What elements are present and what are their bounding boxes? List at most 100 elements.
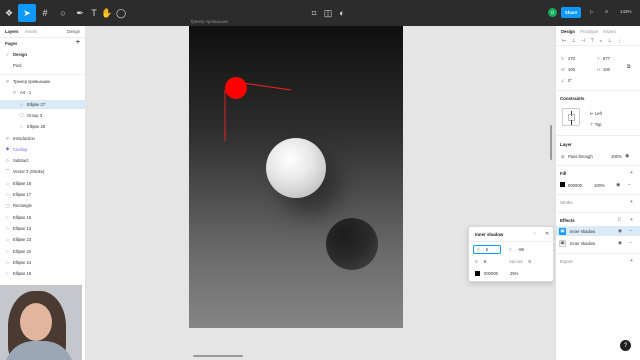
constraint-bottom-bar[interactable] xyxy=(571,120,572,125)
effect-row[interactable]: ▣ Inner shadow ◉ − xyxy=(556,226,640,236)
effect-label[interactable]: Inner shadow xyxy=(570,241,595,246)
layer-item[interactable]: ○ Ellipse 13 xyxy=(0,224,86,233)
zoom-level[interactable]: 143% xyxy=(620,9,632,14)
layer-item[interactable]: ○ Ellipse 23 xyxy=(0,235,86,244)
layer-item[interactable]: ○ Ellipse 22 xyxy=(0,247,86,256)
fill-swatch[interactable] xyxy=(560,182,565,187)
effect-settings-icon[interactable]: ▣ xyxy=(559,227,566,235)
constrain-proportions-icon[interactable]: ⧉ xyxy=(627,64,631,70)
effect-settings-icon[interactable]: ▣ xyxy=(559,239,566,247)
divider xyxy=(555,212,640,213)
remove-fill-icon[interactable]: − xyxy=(628,182,631,188)
dark-sphere[interactable] xyxy=(326,218,378,270)
effects-style-icon[interactable]: ⁞⁞ xyxy=(618,217,621,223)
visibility-icon[interactable]: ◉ xyxy=(625,153,629,159)
add-effect-icon[interactable]: + xyxy=(630,217,633,223)
tab-design[interactable]: Design xyxy=(561,29,575,34)
layer-opacity[interactable]: 100% xyxy=(611,154,622,159)
hand-tool-icon[interactable]: ✋ xyxy=(101,4,112,22)
w-value[interactable]: 100 xyxy=(568,67,575,72)
frame-label[interactable]: Тренер превьюшек xyxy=(190,19,228,24)
effect-visibility-icon[interactable]: ◉ xyxy=(618,240,622,246)
vertical-scrollbar[interactable] xyxy=(550,125,552,160)
constraint-vertical[interactable]: ⊤ Top xyxy=(590,122,602,127)
layer-item[interactable]: ⌒ Vector 3 (Stroke) xyxy=(0,167,86,176)
add-export-icon[interactable]: + xyxy=(630,258,633,264)
layer-item[interactable]: ○ Ellipse 17 xyxy=(0,190,86,199)
layer-item[interactable]: ○ Ellipse 27 xyxy=(0,99,86,109)
a-button[interactable]: A xyxy=(605,9,608,14)
close-icon[interactable]: ✕ xyxy=(545,231,549,237)
add-fill-icon[interactable]: + xyxy=(630,170,633,176)
shape-tool-icon[interactable]: ○ xyxy=(56,4,70,22)
shadow-spread-field[interactable]: Spread 0 xyxy=(509,257,539,266)
white-sphere[interactable] xyxy=(266,138,326,198)
tab-layers[interactable]: Layers xyxy=(5,29,19,34)
main-menu-icon[interactable]: ❖ xyxy=(3,4,15,22)
page-item[interactable]: Pool xyxy=(0,61,86,70)
rotation-value[interactable]: 0° xyxy=(568,78,572,83)
style-icon[interactable]: ◌ xyxy=(533,231,536,237)
fill-hex[interactable]: 000000 xyxy=(568,183,582,188)
move-tool-icon[interactable]: ➤ xyxy=(18,4,36,22)
frame-tool-icon[interactable]: # xyxy=(38,4,52,22)
align-bottom-icon[interactable]: ⊥ xyxy=(607,38,611,44)
fill-opacity[interactable]: 100% xyxy=(594,183,605,188)
red-circle[interactable] xyxy=(225,77,247,99)
constraint-horizontal[interactable]: ⊢ Left xyxy=(590,111,602,116)
help-button[interactable]: ? xyxy=(620,340,631,351)
share-button[interactable]: Share xyxy=(561,7,581,18)
layer-item[interactable]: ○ Ellipse 25 xyxy=(0,122,86,131)
page-dropdown[interactable]: Design xyxy=(67,29,80,34)
frame-canvas[interactable] xyxy=(189,26,403,328)
fill-visibility-icon[interactable]: ◉ xyxy=(616,182,620,188)
tab-prototype[interactable]: Prototype xyxy=(580,29,598,34)
align-right-icon[interactable]: ⊣ xyxy=(581,38,585,44)
layer-item[interactable]: ○ Ellipse 24 xyxy=(0,258,86,267)
distribute-icon[interactable]: ⋮ xyxy=(617,38,622,44)
align-left-icon[interactable]: ⊢ xyxy=(562,38,566,44)
layer-item[interactable]: ○ Ellipse 18 xyxy=(0,179,86,188)
component-icon[interactable]: ⌗ xyxy=(309,4,319,22)
layer-item[interactable]: ◇ Subtract xyxy=(0,156,86,165)
align-center-h-icon[interactable]: ⊥ xyxy=(571,38,575,44)
x-value[interactable]: 270 xyxy=(568,56,575,61)
shadow-y-field[interactable]: Y -88 xyxy=(509,245,537,254)
constraint-widget[interactable] xyxy=(562,108,580,126)
mask-icon[interactable]: ◫ xyxy=(323,4,333,22)
layer-item[interactable]: # Introduction xyxy=(0,134,86,143)
add-stroke-icon[interactable]: + xyxy=(630,199,633,205)
shadow-blur-field[interactable]: B 8 xyxy=(475,257,505,266)
layer-item[interactable]: ○ Ellipse 19 xyxy=(0,269,86,278)
avatar[interactable]: G xyxy=(548,8,557,17)
text-tool-icon[interactable]: T xyxy=(89,4,99,22)
contrast-icon[interactable]: ◐ xyxy=(337,4,347,22)
layer-item[interactable]: ▢ Group 3 xyxy=(0,111,86,120)
align-top-icon[interactable]: ⊤ xyxy=(590,38,594,44)
layer-item[interactable]: # A4 - 1 xyxy=(0,88,86,97)
h-value[interactable]: 100 xyxy=(603,67,610,72)
remove-effect-icon[interactable]: − xyxy=(629,240,632,246)
layer-item[interactable]: # Тренер превьюшек xyxy=(0,77,86,86)
layer-item[interactable]: ○ Ellipse 15 xyxy=(0,213,86,222)
remove-effect-icon[interactable]: − xyxy=(629,228,632,234)
play-icon[interactable]: ▷ xyxy=(590,9,593,15)
effect-visibility-icon[interactable]: ◉ xyxy=(618,228,622,234)
add-page-icon[interactable]: + xyxy=(76,39,80,46)
page-item[interactable]: ✓ Design xyxy=(0,50,86,59)
y-value[interactable]: 877 xyxy=(603,56,610,61)
blend-mode-select[interactable]: Pass through xyxy=(568,154,593,159)
layer-item[interactable]: ◆ Cooltop xyxy=(0,145,86,154)
shadow-x-field[interactable]: X 5 xyxy=(473,245,501,254)
effect-label[interactable]: Inner shadow xyxy=(570,229,595,234)
tab-assets[interactable]: Assets xyxy=(25,29,38,34)
color-swatch[interactable] xyxy=(475,271,480,276)
tab-inspect[interactable]: Inspect xyxy=(603,29,617,34)
pen-tool-icon[interactable]: ✒ xyxy=(74,4,86,22)
comment-tool-icon[interactable]: ◯ xyxy=(116,4,126,22)
align-center-v-icon[interactable]: ⫟ xyxy=(599,38,602,44)
horizontal-scrollbar[interactable] xyxy=(193,355,243,357)
layer-item[interactable]: ▢ Rectangle xyxy=(0,201,86,210)
effect-row[interactable]: ▣ Inner shadow ◉ − xyxy=(556,238,640,248)
shadow-color-row[interactable]: 000000 25% xyxy=(475,269,550,278)
